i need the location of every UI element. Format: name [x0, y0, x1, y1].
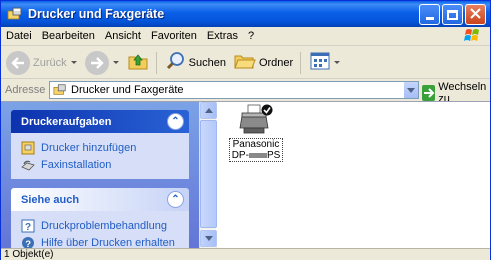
printer-name-line1: Panasonic [232, 139, 280, 150]
windows-logo-icon [462, 28, 484, 44]
menu-favoriten[interactable]: Favoriten [146, 30, 202, 42]
printer-name-prefix: DP- [231, 150, 249, 161]
see-also-panel: Siehe auch ⌃ ? Druckproblembehandlung ? … [11, 188, 189, 248]
default-printer-check-icon [261, 104, 273, 116]
close-button[interactable] [465, 4, 486, 25]
toolbar-separator [155, 51, 157, 74]
redacted-model [248, 152, 267, 158]
search-button[interactable]: Suchen [163, 50, 229, 76]
chevron-down-icon [204, 236, 213, 241]
folder-up-icon [127, 51, 149, 74]
printing-help-link[interactable]: ? Hilfe über Drucken erhalten [21, 234, 189, 248]
task-pane-scrollbar[interactable] [199, 102, 217, 248]
address-input[interactable]: Drucker und Faxgeräte [49, 81, 419, 99]
search-label: Suchen [188, 56, 226, 69]
collapse-button[interactable]: ⌃ [167, 113, 184, 130]
close-icon [470, 7, 481, 22]
content-pane: Panasonic DP- PS [217, 102, 490, 248]
task-pane: Druckeraufgaben ⌃ Drucker hinzufügen Fax… [1, 102, 199, 248]
scroll-thumb[interactable] [200, 120, 217, 228]
printer-icon [238, 104, 274, 136]
printer-name-suffix: PS [266, 150, 281, 161]
address-bar: Adresse Drucker und Faxgeräte Wechseln z… [1, 80, 490, 105]
minimize-button[interactable] [419, 4, 440, 25]
fax-setup-label: Faxinstallation [41, 158, 112, 171]
menu-datei[interactable]: Datei [1, 30, 37, 42]
explorer-window: Drucker und Faxgeräte Datei Bearbeiten A… [0, 0, 491, 260]
views-icon [310, 52, 330, 73]
menu-help[interactable]: ? [243, 30, 259, 42]
toolbar: Zurück Suchen Ordner [1, 47, 490, 79]
maximize-icon [447, 9, 458, 20]
title-bar[interactable]: Drucker und Faxgeräte [1, 1, 490, 27]
back-arrow-icon [6, 50, 30, 75]
folders-button[interactable]: Ordner [231, 50, 296, 76]
see-also-body: ? Druckproblembehandlung ? Hilfe über Dr… [11, 211, 189, 248]
add-printer-link[interactable]: Drucker hinzufügen [21, 139, 189, 156]
printer-tasks-body: Drucker hinzufügen Faxinstallation [11, 133, 189, 179]
menu-bearbeiten[interactable]: Bearbeiten [37, 30, 100, 42]
address-label: Adresse [5, 84, 46, 96]
collapse-button[interactable]: ⌃ [167, 191, 184, 208]
folders-label: Ordner [258, 56, 294, 69]
printer-tasks-title: Druckeraufgaben [21, 115, 112, 128]
fax-icon [21, 158, 35, 172]
back-button[interactable]: Zurück [3, 50, 80, 76]
add-printer-icon [21, 141, 35, 155]
add-printer-label: Drucker hinzufügen [41, 141, 137, 154]
chevron-up-icon [204, 108, 213, 113]
address-value: Drucker und Faxgeräte [71, 84, 184, 96]
see-also-title: Siehe auch [21, 193, 80, 206]
up-button[interactable] [124, 50, 152, 76]
main-area: Druckeraufgaben ⌃ Drucker hinzufügen Fax… [1, 101, 490, 248]
menu-ansicht[interactable]: Ansicht [100, 30, 146, 42]
printers-folder-icon [7, 6, 23, 22]
search-icon [166, 51, 186, 74]
help-icon: ? [21, 236, 35, 249]
maximize-button[interactable] [442, 4, 463, 25]
window-title: Drucker und Faxgeräte [28, 7, 165, 21]
chevron-up-icon: ⌃ [171, 115, 180, 127]
svg-text:?: ? [25, 222, 31, 233]
minimize-icon [425, 17, 434, 20]
printer-item[interactable]: Panasonic DP- PS [227, 104, 285, 162]
help-icon: ? [21, 219, 35, 233]
printing-help-label: Hilfe über Drucken erhalten [41, 236, 175, 249]
address-dropdown-button[interactable] [403, 82, 418, 98]
printers-folder-icon [53, 83, 67, 97]
menu-extras[interactable]: Extras [202, 30, 243, 42]
go-arrow-icon [422, 85, 436, 101]
printer-tasks-panel: Druckeraufgaben ⌃ Drucker hinzufügen Fax… [11, 110, 189, 179]
forward-arrow-icon [84, 50, 109, 75]
back-label: Zurück [33, 56, 67, 69]
back-dropdown-icon[interactable] [70, 61, 77, 64]
scroll-up-button[interactable] [200, 102, 217, 119]
scroll-down-button[interactable] [200, 230, 217, 247]
chevron-up-icon: ⌃ [171, 193, 180, 205]
printer-name: Panasonic DP- PS [228, 138, 284, 162]
printer-tasks-header[interactable]: Druckeraufgaben ⌃ [11, 110, 189, 133]
views-button[interactable] [307, 50, 343, 76]
troubleshoot-link[interactable]: ? Druckproblembehandlung [21, 217, 189, 234]
menu-bar: Datei Bearbeiten Ansicht Favoriten Extra… [1, 27, 490, 46]
troubleshoot-label: Druckproblembehandlung [41, 219, 167, 232]
chevron-down-icon [407, 87, 415, 93]
forward-button[interactable] [82, 50, 122, 76]
fax-setup-link[interactable]: Faxinstallation [21, 156, 189, 173]
see-also-header[interactable]: Siehe auch ⌃ [11, 188, 189, 211]
forward-dropdown-icon[interactable] [112, 61, 119, 64]
status-text: 1 Objekt(e) [4, 249, 54, 260]
toolbar-separator [300, 51, 302, 74]
views-dropdown-icon[interactable] [334, 61, 341, 64]
svg-text:?: ? [25, 239, 31, 249]
folders-icon [234, 52, 256, 73]
status-bar: 1 Objekt(e) [1, 248, 490, 260]
